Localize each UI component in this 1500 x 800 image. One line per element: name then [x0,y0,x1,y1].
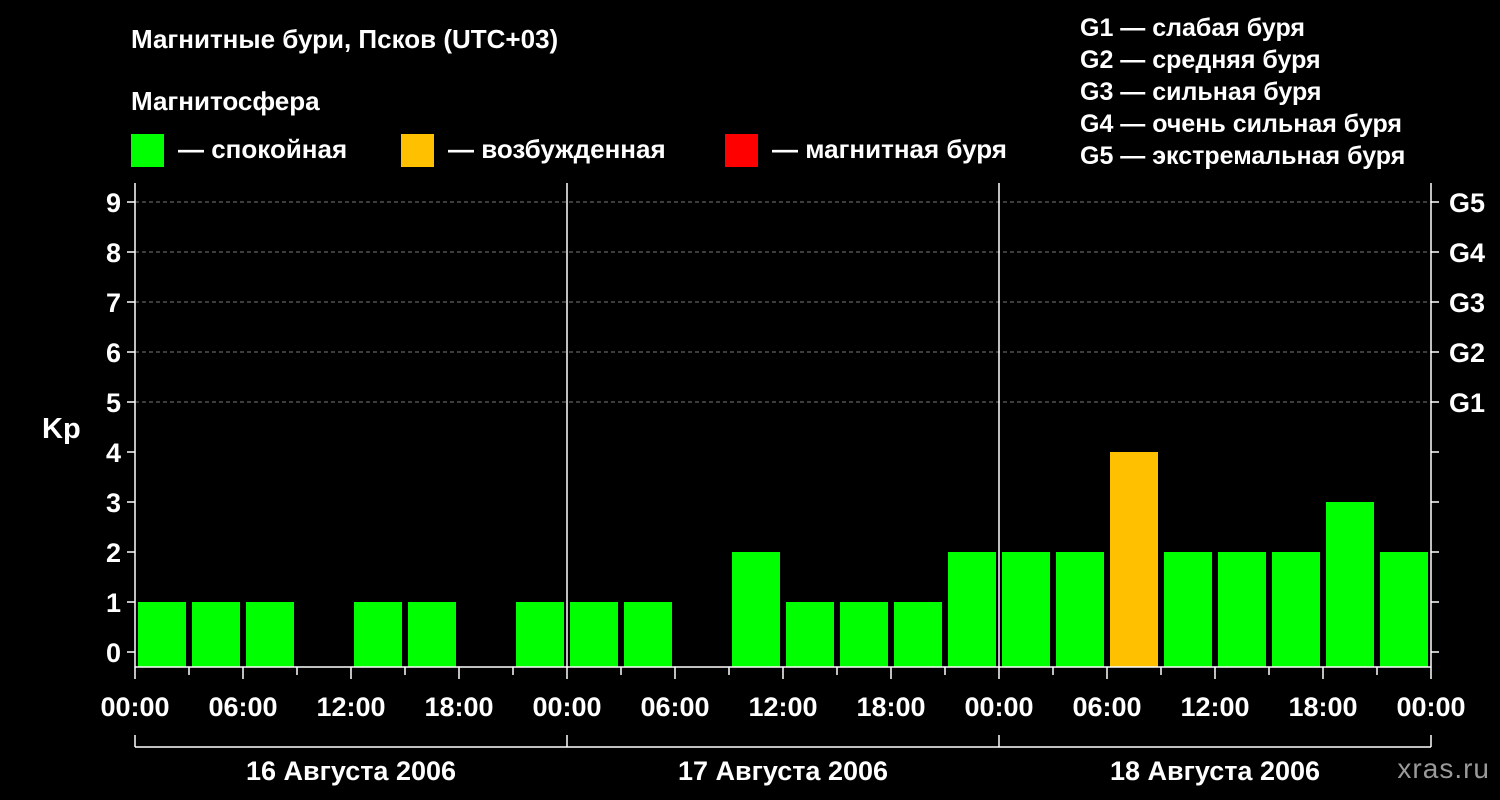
y-tick-label: 6 [106,338,121,368]
x-tick-label: 06:00 [640,692,709,722]
g-tick-label-g4: G4 [1449,238,1485,268]
kp-bar [624,602,672,667]
kp-bar [570,602,618,667]
y-tick-label: 5 [106,388,121,418]
kp-bar [1326,502,1374,667]
kp-bar [732,552,780,667]
day-label: 17 Августа 2006 [678,756,888,786]
g-tick-label-g2: G2 [1449,338,1485,368]
kp-bar [1056,552,1104,667]
x-tick-label: 12:00 [748,692,817,722]
g-tick-label-g3: G3 [1449,288,1485,318]
x-tick-label: 06:00 [1072,692,1141,722]
x-tick-label: 00:00 [100,692,169,722]
x-tick-label: 18:00 [1288,692,1357,722]
x-tick-label: 00:00 [964,692,1033,722]
kp-bar [408,602,456,667]
x-tick-label: 00:00 [1396,692,1465,722]
source-watermark: xras.ru [1397,753,1490,784]
y-tick-label: 1 [106,588,121,618]
x-tick-label: 00:00 [532,692,601,722]
x-tick-label: 12:00 [1180,692,1249,722]
y-tick-label: 7 [106,288,121,318]
x-tick-label: 18:00 [856,692,925,722]
day-label: 16 Августа 2006 [246,756,456,786]
kp-bar [1110,452,1158,667]
x-tick-label: 06:00 [208,692,277,722]
kp-bar [894,602,942,667]
day-label: 18 Августа 2006 [1110,756,1320,786]
x-tick-label: 12:00 [316,692,385,722]
y-tick-label: 2 [106,538,121,568]
kp-bar [246,602,294,667]
y-tick-label: 3 [106,488,121,518]
kp-bar [1272,552,1320,667]
g-tick-label-g5: G5 [1449,188,1485,218]
kp-bar [840,602,888,667]
g-tick-label-g1: G1 [1449,388,1485,418]
kp-bar [516,602,564,667]
y-tick-label: 0 [106,638,121,668]
kp-bar [1002,552,1050,667]
y-tick-label: 4 [106,438,121,468]
kp-bar [786,602,834,667]
kp-bar [354,602,402,667]
y-tick-label: 9 [106,188,121,218]
kp-bar [948,552,996,667]
y-tick-label: 8 [106,238,121,268]
x-tick-label: 18:00 [424,692,493,722]
kp-bar [1218,552,1266,667]
kp-bar [1164,552,1212,667]
kp-chart: 0 1 2 3 4 5 6 7 8 9 G1 G2 G3 G4 G5 00:00 06:00 12:00 18:00… [100,183,1485,786]
kp-bar [138,602,186,667]
kp-bar [192,602,240,667]
kp-bar [1380,552,1428,667]
